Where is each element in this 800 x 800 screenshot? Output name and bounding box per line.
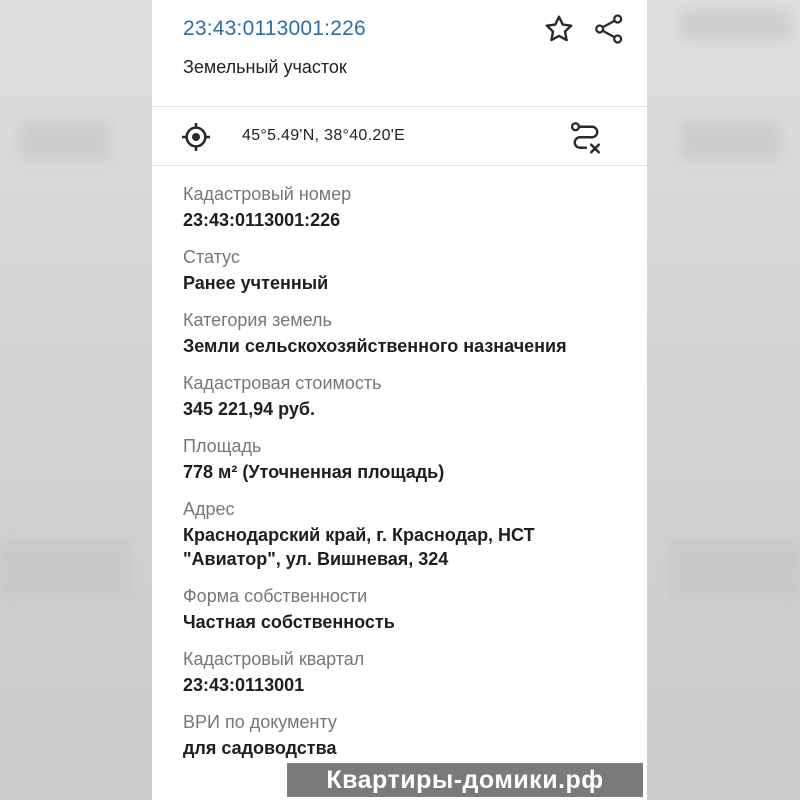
- panel-header: 23:43:0113001:226 Земельный участок: [152, 0, 647, 107]
- field-value: Земли сельскохозяйственного назначения: [183, 336, 567, 356]
- field-cadastral-number: Кадастровый номер 23:43:0113001:226: [183, 182, 633, 232]
- field-cadastral-value: Кадастровая стоимость 345 221,94 руб.: [183, 371, 633, 421]
- object-info-panel: 23:43:0113001:226 Земельный участок 45°5…: [152, 0, 647, 800]
- field-label: Форма собственности: [183, 586, 368, 606]
- field-cadastral-quarter: Кадастровый квартал 23:43:0113001: [183, 647, 633, 697]
- field-value: 778 м² (Уточненная площадь): [183, 462, 445, 482]
- field-label: Статус: [183, 247, 240, 267]
- field-label: Категория земель: [183, 310, 332, 330]
- field-status: Статус Ранее учтенный: [183, 245, 633, 295]
- share-icon[interactable]: [592, 12, 626, 46]
- field-ownership-form: Форма собственности Частная собственност…: [183, 584, 633, 634]
- field-label: Адрес: [183, 499, 235, 519]
- field-address: Адрес Краснодарский край, г. Краснодар, …: [183, 497, 633, 571]
- blurred-element: [680, 10, 790, 40]
- field-value: 23:43:0113001: [183, 675, 305, 695]
- crosshair-icon[interactable]: [180, 121, 212, 153]
- field-label: Кадастровая стоимость: [183, 373, 382, 393]
- field-area: Площадь 778 м² (Уточненная площадь): [183, 434, 633, 484]
- watermark: Квартиры-домики.рф: [287, 763, 643, 797]
- blurred-element: [680, 120, 780, 160]
- field-value: Ранее учтенный: [183, 273, 329, 293]
- blurred-element: [670, 540, 800, 600]
- blurred-element: [20, 120, 110, 160]
- field-value: 23:43:0113001:226: [183, 210, 341, 230]
- field-permitted-use: ВРИ по документу для садоводства: [183, 710, 633, 760]
- field-label: Площадь: [183, 436, 262, 456]
- coordinates-text[interactable]: 45°5.49'N, 38°40.20'E: [242, 127, 405, 145]
- field-label: Кадастровый номер: [183, 184, 352, 204]
- cadastral-number-link[interactable]: 23:43:0113001:226: [183, 17, 366, 41]
- star-icon[interactable]: [542, 12, 576, 46]
- field-value: Частная собственность: [183, 612, 395, 632]
- property-fields: Кадастровый номер 23:43:0113001:226 Стат…: [183, 182, 633, 773]
- field-value: для садоводства: [183, 738, 337, 758]
- field-land-category: Категория земель Земли сельскохозяйствен…: [183, 308, 633, 358]
- field-value: 345 221,94 руб.: [183, 399, 315, 419]
- field-value: Краснодарский край, г. Краснодар, НСТ "А…: [183, 525, 535, 569]
- route-cancel-icon[interactable]: [568, 120, 604, 156]
- field-label: Кадастровый квартал: [183, 649, 365, 669]
- field-label: ВРИ по документу: [183, 712, 337, 732]
- blurred-element: [0, 540, 130, 600]
- coordinates-bar: 45°5.49'N, 38°40.20'E: [152, 107, 647, 166]
- object-type-label: Земельный участок: [183, 57, 347, 77]
